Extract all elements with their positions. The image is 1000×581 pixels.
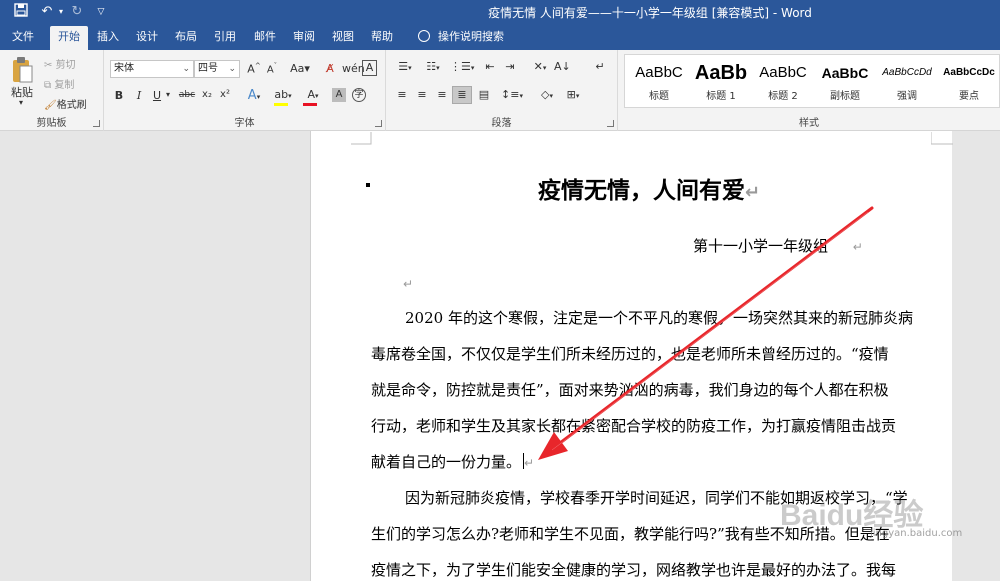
annotation-arrow (538, 206, 874, 460)
